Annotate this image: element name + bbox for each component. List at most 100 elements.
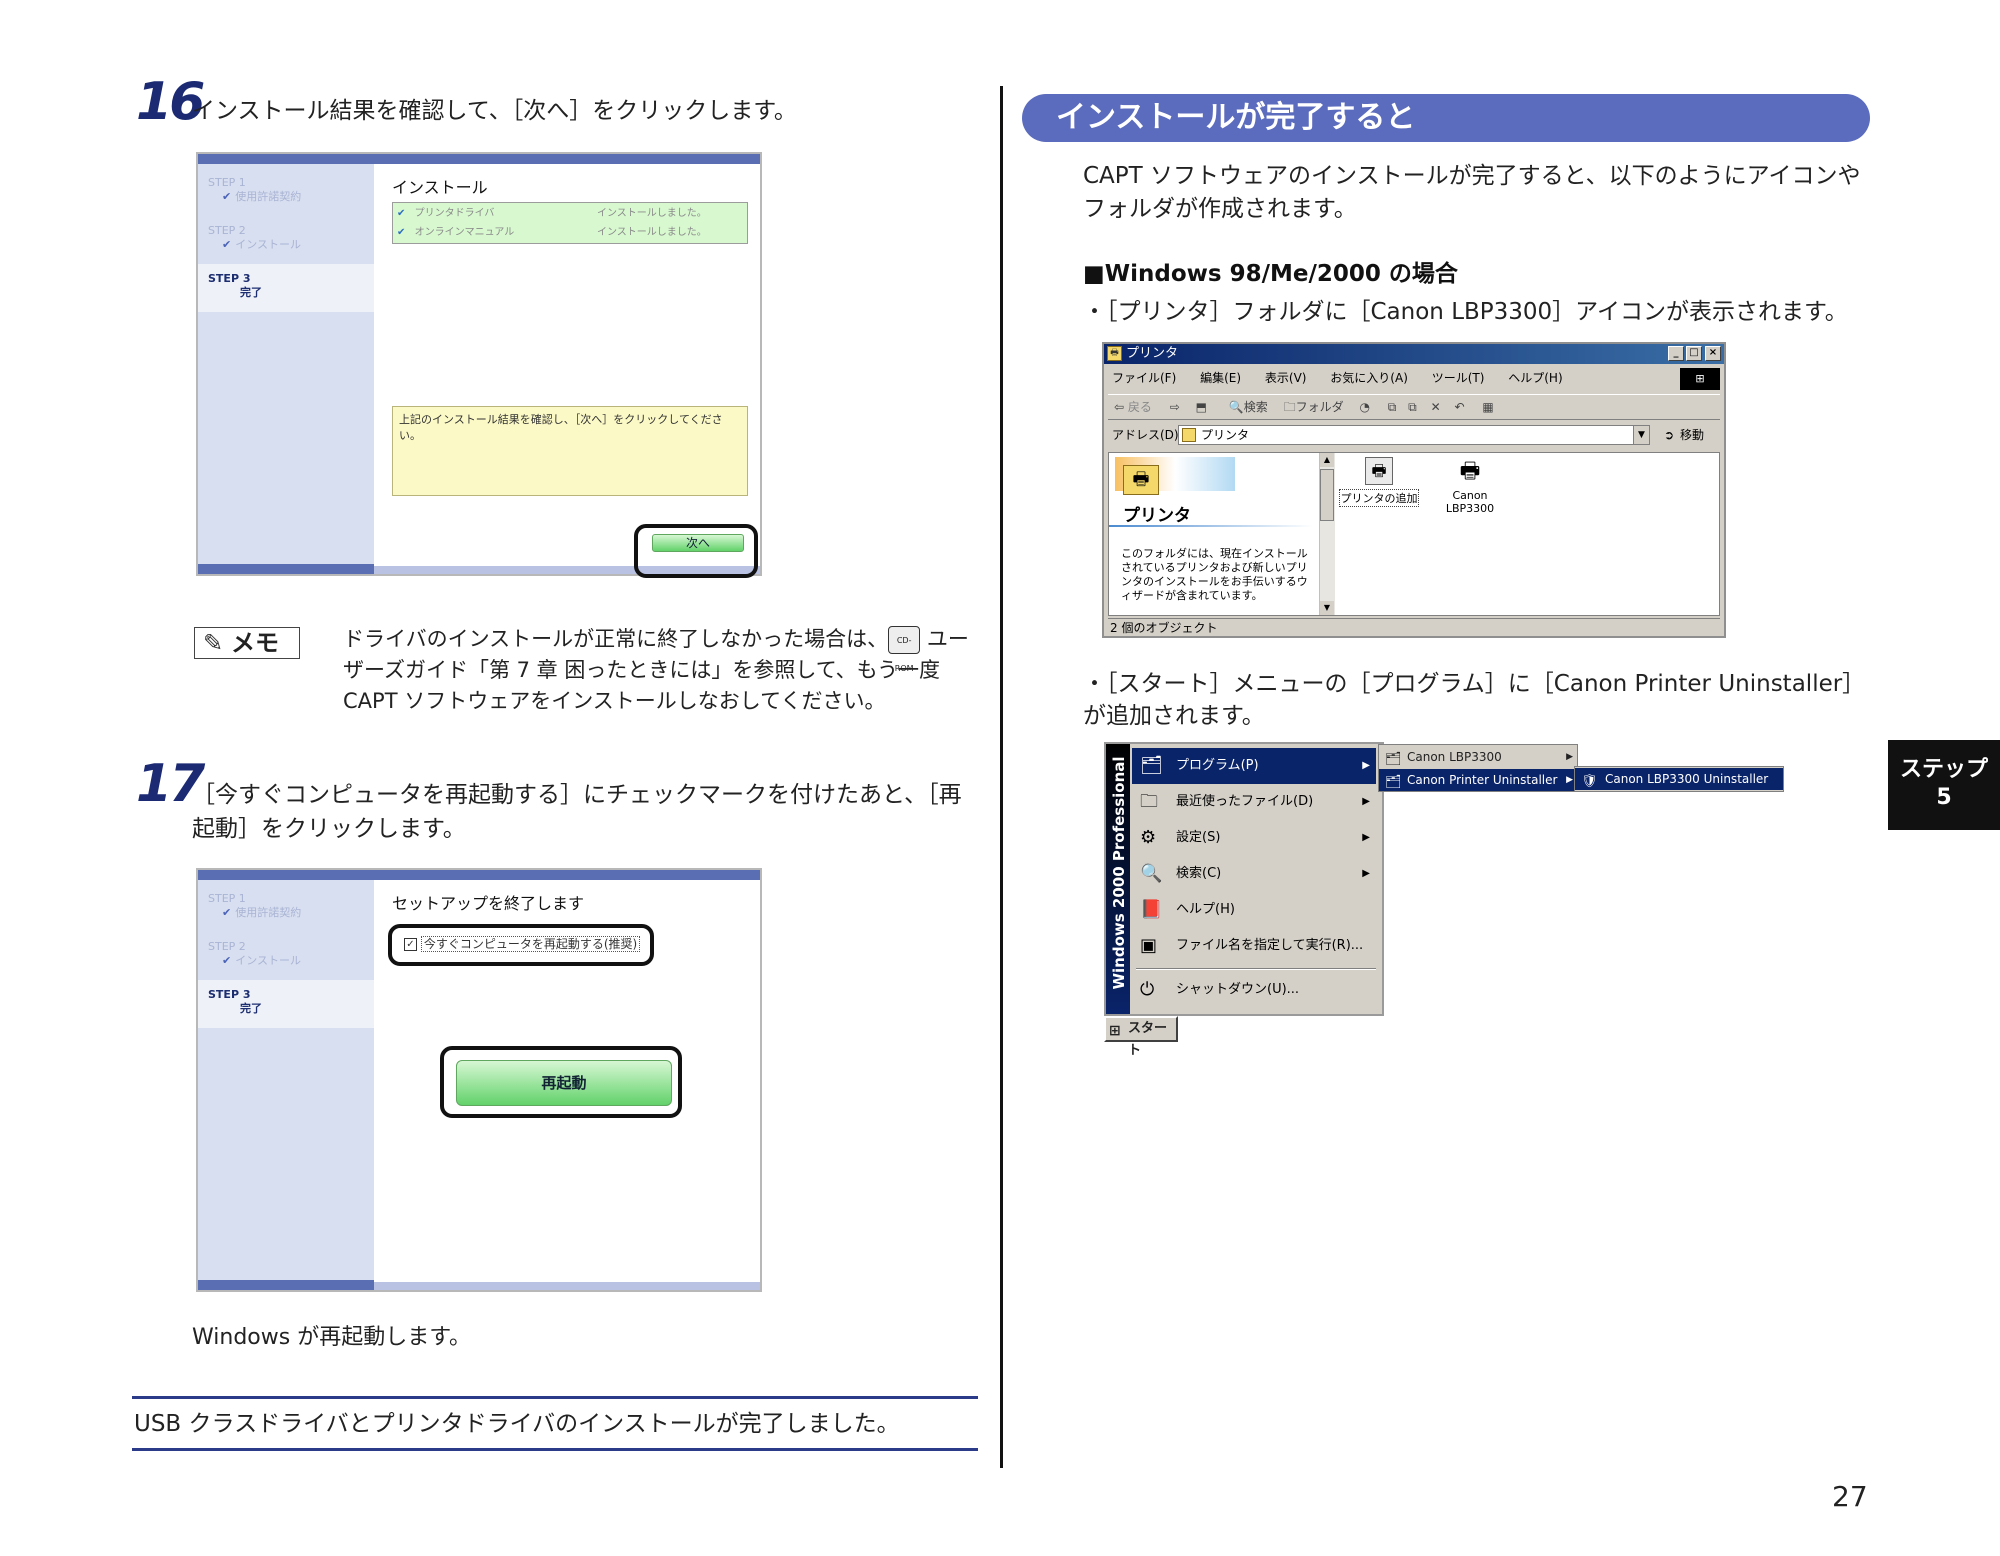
printer-large-icon: 🖶 xyxy=(1123,465,1159,495)
section-intro: CAPT ソフトウェアのインストールが完了すると、以下のようにアイコンやフォルダ… xyxy=(1083,163,1861,222)
uninstaller-submenu: 🛡 Canon LBP3300 Uninstaller xyxy=(1574,766,1784,792)
start-menu-separator xyxy=(1136,968,1376,970)
go-arrow-icon[interactable]: ➲ xyxy=(1664,424,1674,446)
memo-badge: ✎ メモ xyxy=(194,627,300,659)
panel-title: プリンタ xyxy=(1123,506,1191,526)
step-17-text: ［今すぐコンピュータを再起動する］にチェックマークを付けたあと、［再起動］をクリ… xyxy=(192,782,962,842)
uninstaller-icon: 🛡 xyxy=(1581,774,1598,789)
panel-divider xyxy=(1109,525,1313,527)
wizard-sidebar: STEP 1 ✔ 使用許諾契約 STEP 2 ✔ インストール STEP 3 完了 xyxy=(198,154,374,574)
history-icon[interactable]: ◔ xyxy=(1359,400,1369,414)
submenu-arrow-icon: ▶ xyxy=(1566,775,1573,785)
documents-folder-icon: 🗀 xyxy=(1140,791,1158,812)
menu-tools[interactable]: ツール(T) xyxy=(1432,368,1485,388)
search-icon: 🔍 xyxy=(1140,863,1163,884)
menu-help[interactable]: ヘルプ(H) xyxy=(1508,368,1562,388)
menu-bar: ファイル(F) 編集(E) 表示(V) お気に入り(A) ツール(T) ヘルプ(… xyxy=(1112,368,1712,388)
memo-text: ドライバのインストールが正常に終了しなかった場合は、 CD-ROM ユーザーズガイ… xyxy=(343,626,969,713)
copy-to-icon[interactable]: ⧉ xyxy=(1408,400,1417,414)
move-to-icon[interactable]: ⧉ xyxy=(1388,400,1397,414)
minimize-button[interactable]: _ xyxy=(1668,346,1684,361)
completion-rule-bottom xyxy=(132,1448,978,1451)
start-item-help[interactable]: 📕 ヘルプ(H) xyxy=(1132,892,1376,928)
start-item-shutdown[interactable]: ⏻ シャットダウン(U)... xyxy=(1132,972,1376,1008)
add-printer-item[interactable]: 🖶 プリンタの追加 xyxy=(1339,457,1419,507)
wizard-step-2: STEP 2 ✔ インストール xyxy=(208,224,301,251)
start-item-documents[interactable]: 🗀 最近使ったファイル(D) ▶ xyxy=(1132,784,1376,820)
completion-rule-top xyxy=(132,1396,978,1399)
forward-arrow-icon[interactable]: ⇨ xyxy=(1170,400,1180,414)
wizard-title: インストール xyxy=(392,178,488,197)
help-book-icon: 📕 xyxy=(1140,899,1163,920)
printer-check-icon: 🖶 xyxy=(1459,459,1481,484)
check-icon: ✔ xyxy=(222,954,232,967)
panel-scrollbar[interactable]: ▲ ▼ xyxy=(1319,453,1335,615)
close-button[interactable]: × xyxy=(1705,346,1721,361)
column-divider xyxy=(1000,86,1003,1468)
restart-button-highlight xyxy=(440,1046,682,1118)
menu-favorites[interactable]: お気に入り(A) xyxy=(1330,368,1408,388)
run-icon: ▣ xyxy=(1140,935,1158,956)
address-bar: アドレス(D) プリンタ ▼ ➲ 移動 xyxy=(1108,424,1720,448)
programs-submenu: 🗂 Canon LBP3300 ▶ 🗂 Canon Printer Uninst… xyxy=(1378,744,1578,792)
windows-logo-icon: ⊞ xyxy=(1680,368,1720,390)
submenu-arrow-icon: ▶ xyxy=(1362,760,1370,771)
maximize-button[interactable]: □ xyxy=(1686,346,1702,361)
result-row: ✔ オンラインマニュアル インストールしました。 xyxy=(397,227,707,238)
submenu-arrow-icon: ▶ xyxy=(1566,752,1573,762)
start-item-run[interactable]: ▣ ファイル名を指定して実行(R)... xyxy=(1132,928,1376,964)
result-message-box: 上記のインストール結果を確認し、［次へ］をクリックしてください。 xyxy=(392,406,748,496)
result-row: ✔ プリンタドライバ インストールしました。 xyxy=(397,208,707,219)
start-item-programs[interactable]: 🗂 プログラム(P) ▶ xyxy=(1132,748,1376,784)
search-icon[interactable]: 🔍 xyxy=(1229,400,1244,414)
checkbox-highlight xyxy=(388,924,654,966)
start-menu-banner: Windows 2000 Professional xyxy=(1106,744,1130,1014)
check-icon: ✔ xyxy=(222,906,232,919)
step-side-tab: ステップ 5 xyxy=(1888,740,2000,830)
delete-icon[interactable]: ✕ xyxy=(1431,400,1441,414)
restart-note: Windows が再起動します。 xyxy=(192,1325,471,1350)
folders-icon[interactable]: 🗀 xyxy=(1284,400,1296,414)
address-input[interactable]: プリンタ ▼ xyxy=(1178,425,1650,445)
submenu-item-canon-lbp3300-uninstaller[interactable]: 🛡 Canon LBP3300 Uninstaller xyxy=(1575,768,1783,790)
wizard-step-1: STEP 1 ✔ 使用許諾契約 xyxy=(208,892,302,919)
up-folder-icon[interactable]: ⬒ xyxy=(1196,400,1207,414)
canon-lbp3300-item[interactable]: 🖶 Canon LBP3300 xyxy=(1435,457,1505,515)
start-item-settings[interactable]: ⚙ 設定(S) ▶ xyxy=(1132,820,1376,856)
back-arrow-icon[interactable]: ⇦ xyxy=(1114,400,1124,414)
content-area: 🖶 プリンタ このフォルダには、現在インストールされているプリンタおよび新しいプ… xyxy=(1108,452,1720,616)
toolbar: ⇦ 戻る ⇨ ⬒ 🔍検索 🗀フォルダ ◔ ⧉ ⧉ ✕ ↶ ▦ xyxy=(1108,394,1720,420)
check-icon: ✔ xyxy=(397,227,406,238)
printer-folder-window: 🖶 プリンタ _ □ × ファイル(F) 編集(E) 表示(V) お気に入り(A… xyxy=(1102,342,1726,638)
check-icon: ✔ xyxy=(222,238,232,251)
panel-description: このフォルダには、現在インストールされているプリンタおよび新しいプリンタのインス… xyxy=(1121,547,1308,602)
program-group-icon: 🗂 xyxy=(1385,775,1402,790)
menu-file[interactable]: ファイル(F) xyxy=(1112,368,1176,388)
check-icon: ✔ xyxy=(397,208,406,219)
windows-flag-icon: ⊞ xyxy=(1109,1023,1121,1039)
step-16-text: インストール結果を確認して、［次へ］をクリックします。 xyxy=(192,98,797,124)
install-result-screenshot: STEP 1 ✔ 使用許諾契約 STEP 2 ✔ インストール STEP 3 完了 … xyxy=(196,152,762,576)
submenu-arrow-icon: ▶ xyxy=(1362,832,1370,843)
pencil-icon: ✎ xyxy=(202,629,224,657)
submenu-item-canon-lbp3300[interactable]: 🗂 Canon LBP3300 ▶ xyxy=(1379,746,1577,768)
start-button[interactable]: ⊞ スタート xyxy=(1104,1016,1178,1058)
programs-icon: 🗂 xyxy=(1140,755,1163,776)
wizard-step-3: STEP 3 完了 xyxy=(208,272,262,299)
start-menu: Windows 2000 Professional 🗂 プログラム(P) ▶ 🗀… xyxy=(1104,742,1384,1016)
menu-view[interactable]: 表示(V) xyxy=(1265,368,1307,388)
views-icon[interactable]: ▦ xyxy=(1482,400,1493,414)
program-group-icon: 🗂 xyxy=(1385,752,1402,767)
window-titlebar: 🖶 プリンタ _ □ × xyxy=(1104,344,1724,364)
submenu-item-canon-printer-uninstaller[interactable]: 🗂 Canon Printer Uninstaller ▶ xyxy=(1379,769,1577,791)
next-button-highlight xyxy=(634,524,758,578)
dropdown-arrow-icon[interactable]: ▼ xyxy=(1633,426,1649,444)
cdrom-icon: CD-ROM xyxy=(888,626,921,673)
wizard-step-2: STEP 2 ✔ インストール xyxy=(208,940,301,967)
wizard-step-1: STEP 1 ✔ 使用許諾契約 xyxy=(208,176,302,203)
wizard-title: セットアップを終了します xyxy=(392,894,585,913)
section-title-bar: インストールが完了すると xyxy=(1022,94,1870,142)
start-item-search[interactable]: 🔍 検索(C) ▶ xyxy=(1132,856,1376,892)
menu-edit[interactable]: 編集(E) xyxy=(1200,368,1241,388)
undo-icon[interactable]: ↶ xyxy=(1454,400,1464,414)
